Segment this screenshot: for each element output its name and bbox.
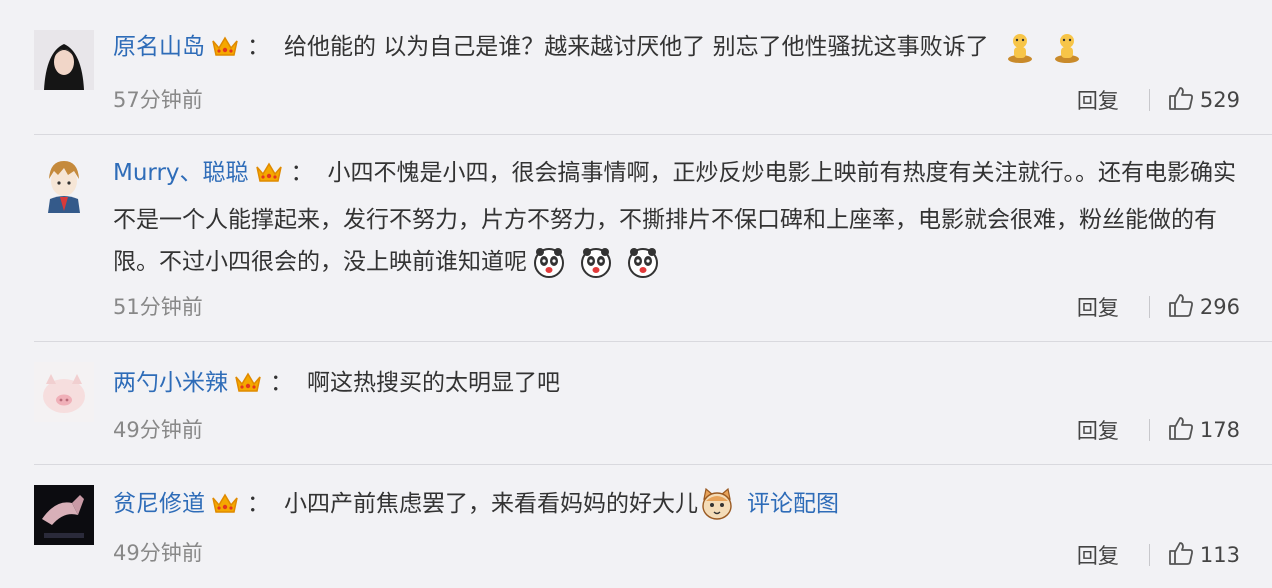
thumbs-up-icon[interactable] [1168, 292, 1194, 322]
comment-actions: 回复 178 [1077, 415, 1240, 445]
divider [1148, 89, 1150, 111]
comment-body: 两勺小米辣 ： 啊这热搜买的太明显了吧 [113, 362, 1253, 409]
avatar[interactable] [34, 153, 94, 213]
avatar[interactable] [34, 30, 94, 90]
like-count: 113 [1199, 543, 1240, 567]
reply-button[interactable]: 回复 [1077, 540, 1119, 570]
like-count: 529 [1199, 88, 1240, 112]
comment-item: 两勺小米辣 ： 啊这热搜买的太明显了吧 49分钟前 回复 178 [0, 342, 1272, 464]
like-count: 296 [1199, 295, 1240, 319]
yellow-figure-emoji [1052, 32, 1082, 78]
username-link[interactable]: Murry、聪聪 [113, 160, 249, 186]
reply-button[interactable]: 回复 [1077, 85, 1119, 115]
avatar[interactable] [34, 485, 94, 545]
comment-body: Murry、聪聪：小四不愧是小四，很会搞事情啊，正炒反炒电影上映前有热度有关注就… [113, 152, 1253, 293]
divider [1148, 296, 1150, 318]
yellow-figure-emoji [1005, 32, 1035, 78]
reply-button[interactable]: 回复 [1077, 292, 1119, 322]
comment-actions: 回复 529 [1077, 85, 1240, 115]
colon: ： [270, 370, 293, 396]
timestamp: 49分钟前 [113, 541, 203, 565]
colon: ： [290, 160, 314, 186]
timestamp: 49分钟前 [113, 418, 203, 442]
image-link[interactable]: 评论配图 [747, 491, 839, 517]
timestamp: 57分钟前 [113, 88, 203, 112]
divider [1148, 419, 1150, 441]
comment-actions: 回复 296 [1077, 292, 1240, 322]
username-link[interactable]: 两勺小米辣 [113, 370, 228, 396]
crown-icon [255, 157, 283, 199]
crown-icon [211, 488, 239, 530]
colon: ： [247, 491, 270, 517]
comment-text: 给他能的 以为自己是谁？越来越讨厌他了 别忘了他性骚扰这事败诉了 [284, 34, 989, 60]
thumbs-up-icon[interactable] [1168, 85, 1194, 115]
panda-face-emoji [627, 247, 659, 293]
like-count: 178 [1199, 418, 1240, 442]
comment-body: 贫尼修道 ： 小四产前焦虑罢了，来看看妈妈的好大儿 评论配图 [113, 483, 1253, 535]
avatar[interactable] [34, 362, 94, 422]
thumbs-up-icon[interactable] [1168, 540, 1194, 570]
comment-item: 贫尼修道 ： 小四产前焦虑罢了，来看看妈妈的好大儿 评论配图 49分钟前 回复 113 [0, 465, 1272, 588]
divider [1148, 544, 1150, 566]
crown-icon [234, 367, 262, 409]
crown-icon [211, 31, 239, 73]
panda-face-emoji [533, 247, 565, 293]
colon: ： [247, 34, 270, 60]
comment-item: 原名山岛 ： 给他能的 以为自己是谁？越来越讨厌他了 别忘了他性骚扰这事败诉了 57… [0, 0, 1272, 134]
comment-body: 原名山岛 ： 给他能的 以为自己是谁？越来越讨厌他了 别忘了他性骚扰这事败诉了 [113, 26, 1253, 78]
username-link[interactable]: 贫尼修道 [113, 491, 205, 517]
comment-item: Murry、聪聪：小四不愧是小四，很会搞事情啊，正炒反炒电影上映前有热度有关注就… [0, 135, 1272, 341]
comment-actions: 回复 113 [1077, 540, 1240, 570]
reply-button[interactable]: 回复 [1077, 415, 1119, 445]
username-link[interactable]: 原名山岛 [113, 34, 205, 60]
comment-text: 啊这热搜买的太明显了吧 [307, 370, 560, 396]
thumbs-up-icon[interactable] [1168, 415, 1194, 445]
comment-text: 小四产前焦虑罢了，来看看妈妈的好大儿 [284, 491, 698, 517]
timestamp: 51分钟前 [113, 295, 203, 319]
panda-face-emoji [580, 247, 612, 293]
cat-face-emoji [700, 487, 734, 535]
